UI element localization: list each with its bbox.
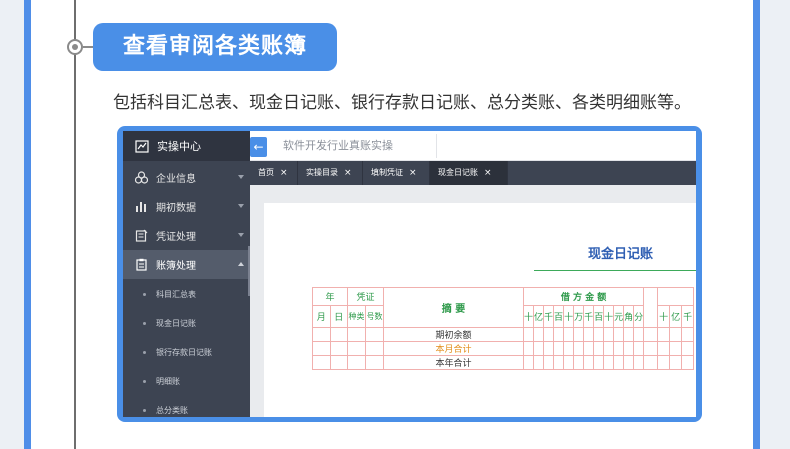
- left-margin: [0, 0, 31, 449]
- tab-label: 填制凭证: [371, 168, 403, 177]
- close-icon[interactable]: ×: [280, 168, 288, 178]
- chevron-down-icon: [238, 175, 244, 179]
- digit-cell: 十: [563, 305, 575, 328]
- timeline-dot-icon: [67, 39, 83, 55]
- tab-home[interactable]: 首页 ×: [250, 161, 298, 185]
- digit-cell: 千: [543, 305, 555, 328]
- submenu-item-label: 总分类账: [156, 406, 188, 415]
- right-accent-bar: [753, 0, 760, 449]
- sidebar-item-label: 期初数据: [156, 203, 196, 214]
- header-month: 月: [312, 305, 331, 328]
- digit-cell: 分: [633, 305, 645, 328]
- bullet-icon: [143, 322, 146, 325]
- submenu-item-detail-ledger[interactable]: 明细账: [123, 367, 250, 396]
- chevron-down-icon: [238, 233, 244, 237]
- header-next-column: [657, 287, 695, 306]
- digit-cell: 千: [681, 305, 695, 328]
- arrow-left-icon: ←: [253, 140, 264, 154]
- table-row: 期初余额: [312, 327, 695, 342]
- bullet-icon: [143, 380, 146, 383]
- tab-practice-catalog[interactable]: 实操目录 ×: [298, 161, 363, 185]
- chevron-up-icon: [238, 262, 244, 266]
- submenu-item-label: 现金日记账: [156, 319, 196, 328]
- row-summary: 本年合计: [383, 355, 524, 370]
- bullet-icon: [143, 409, 146, 412]
- sidebar-item-company[interactable]: 企业信息: [123, 163, 250, 192]
- digit-cell: 千: [583, 305, 595, 328]
- header-type: 种类: [347, 305, 366, 328]
- sidebar-item-label: 企业信息: [156, 174, 196, 185]
- digit-cell: 十: [603, 305, 615, 328]
- sidebar-brand-label: 实操中心: [157, 140, 201, 153]
- header-spacer: [643, 287, 659, 328]
- digit-cell: 万: [573, 305, 585, 328]
- submenu-item-label: 科目汇总表: [156, 290, 196, 299]
- section-description: 包括科目汇总表、现金日记账、银行存款日记账、总分类账、各类明细账等。: [113, 93, 691, 113]
- sidebar-item-label: 凭证处理: [156, 232, 196, 243]
- screenshot-frame: 实操中心 企业信息 期初数据 凭证处理 账簿处理 科目汇总表 现金日记账 银行存…: [117, 126, 702, 422]
- digit-cell: 亿: [533, 305, 545, 328]
- row-summary: 期初余额: [383, 327, 524, 342]
- sidebar: 实操中心 企业信息 期初数据 凭证处理 账簿处理 科目汇总表 现金日记账 银行存…: [123, 131, 250, 417]
- ledger-paper: 现金日记账 年 凭证 摘 要 借 方 金 额 月 日 种类 号数 十 亿 千 百…: [264, 203, 696, 417]
- left-accent-bar: [24, 0, 31, 449]
- content-area: 现金日记账 年 凭证 摘 要 借 方 金 额 月 日 种类 号数 十 亿 千 百…: [250, 185, 696, 417]
- table-row: 本月合计: [312, 341, 695, 356]
- submenu-item-general-ledger[interactable]: 总分类账: [123, 396, 250, 417]
- title-underline: [534, 270, 696, 271]
- digit-cell: 元: [613, 305, 625, 328]
- submenu-item-cash-journal[interactable]: 现金日记账: [123, 309, 250, 338]
- submenu-item-bank-journal[interactable]: 银行存款日记账: [123, 338, 250, 367]
- sidebar-brand[interactable]: 实操中心: [123, 131, 250, 161]
- tab-label: 首页: [258, 168, 274, 177]
- tab-fill-voucher[interactable]: 填制凭证 ×: [363, 161, 430, 185]
- sidebar-item-voucher[interactable]: 凭证处理: [123, 221, 250, 250]
- bullet-icon: [143, 351, 146, 354]
- section-title: 查看审阅各类账簿: [93, 23, 337, 71]
- top-bar: ← 软件开发行业真账实操: [250, 131, 696, 161]
- header-year: 年: [312, 287, 348, 306]
- table-row: 本年合计: [312, 355, 695, 370]
- digit-cell: 十: [522, 305, 535, 328]
- digit-cell: 十: [657, 305, 671, 328]
- tab-bar: 首页 × 实操目录 × 填制凭证 × 现金日记账 ×: [250, 161, 696, 185]
- sidebar-item-label: 账簿处理: [156, 261, 196, 272]
- tab-label: 实操目录: [306, 168, 338, 177]
- chart-icon: [136, 202, 146, 212]
- digit-cell: 亿: [669, 305, 683, 328]
- close-icon[interactable]: ×: [484, 168, 492, 178]
- header-day: 日: [329, 305, 348, 328]
- timeline-line: [74, 0, 76, 449]
- header-voucher: 凭证: [347, 287, 384, 306]
- ledger-icon: [136, 258, 147, 271]
- header-summary: 摘 要: [383, 287, 524, 328]
- tab-cash-journal[interactable]: 现金日记账 ×: [430, 161, 508, 185]
- header-number: 号数: [365, 305, 384, 328]
- submenu-item-label: 银行存款日记账: [156, 348, 212, 357]
- bullet-icon: [143, 293, 146, 296]
- digit-cell: 角: [623, 305, 635, 328]
- collapse-sidebar-button[interactable]: ←: [250, 137, 267, 157]
- sidebar-item-ledger[interactable]: 账簿处理: [123, 250, 250, 279]
- close-icon[interactable]: ×: [344, 168, 352, 178]
- header-debit: 借 方 金 额: [522, 287, 645, 306]
- submenu-item-subject-summary[interactable]: 科目汇总表: [123, 280, 250, 309]
- submenu-item-label: 明细账: [156, 377, 180, 386]
- ledger-table: 年 凭证 摘 要 借 方 金 额 月 日 种类 号数 十 亿 千 百 十 万 千…: [312, 287, 695, 370]
- digit-cell: 百: [593, 305, 605, 328]
- ledger-title: 现金日记账: [588, 247, 654, 262]
- tab-label: 现金日记账: [438, 168, 478, 177]
- close-icon[interactable]: ×: [409, 168, 417, 178]
- chevron-down-icon: [238, 204, 244, 208]
- company-icon: [135, 171, 148, 184]
- project-name-field[interactable]: 软件开发行业真账实操: [277, 134, 437, 158]
- right-margin: [753, 0, 790, 449]
- sidebar-item-opening-data[interactable]: 期初数据: [123, 192, 250, 221]
- digit-cell: 百: [553, 305, 565, 328]
- voucher-icon: [135, 229, 148, 242]
- chart-line-icon: [135, 139, 149, 153]
- row-summary: 本月合计: [383, 341, 524, 356]
- app-screen: 实操中心 企业信息 期初数据 凭证处理 账簿处理 科目汇总表 现金日记账 银行存…: [123, 131, 696, 417]
